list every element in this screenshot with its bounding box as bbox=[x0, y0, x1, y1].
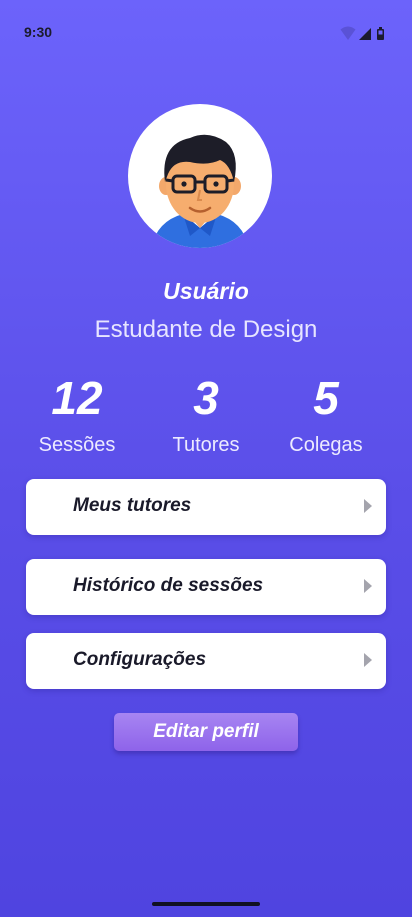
stat-tutors: 3 Tutores bbox=[141, 372, 271, 457]
stat-value: 12 bbox=[51, 372, 103, 424]
avatar bbox=[128, 104, 272, 248]
user-name: Usuário bbox=[163, 278, 249, 304]
stat-label: Sessões bbox=[38, 434, 116, 456]
chevron-right-icon bbox=[364, 499, 372, 513]
stat-value: 3 bbox=[193, 372, 219, 424]
edit-profile-button[interactable]: Editar perfil bbox=[114, 713, 298, 751]
stat-colleagues: 5 Colegas bbox=[261, 372, 391, 457]
status-bar: 9:30 bbox=[0, 0, 412, 64]
status-time: 9:30 bbox=[24, 24, 53, 40]
signal-icon bbox=[359, 28, 371, 40]
chevron-right-icon bbox=[364, 653, 372, 667]
user-avatar-illustration bbox=[151, 134, 249, 248]
user-role: Estudante de Design bbox=[94, 316, 318, 343]
menu-item-label: Histórico de sessões bbox=[73, 575, 264, 596]
wifi-icon bbox=[340, 26, 356, 40]
profile-screen: 9:30 Usuário Estudante de Design 12 Sess… bbox=[0, 0, 412, 917]
stat-label: Colegas bbox=[289, 434, 363, 456]
stat-value: 5 bbox=[313, 372, 339, 424]
status-icons bbox=[340, 26, 384, 40]
stat-sessions: 12 Sessões bbox=[12, 372, 142, 457]
menu-item-my-tutors[interactable]: Meus tutores bbox=[26, 479, 386, 535]
menu-item-label: Meus tutores bbox=[73, 495, 192, 516]
chevron-right-icon bbox=[364, 579, 372, 593]
menu-item-label: Configurações bbox=[73, 649, 207, 670]
stat-label: Tutores bbox=[172, 434, 240, 456]
menu-item-session-history[interactable]: Histórico de sessões bbox=[26, 559, 386, 615]
battery-icon bbox=[377, 27, 384, 40]
home-indicator[interactable] bbox=[152, 902, 260, 906]
menu-item-settings[interactable]: Configurações bbox=[26, 633, 386, 689]
